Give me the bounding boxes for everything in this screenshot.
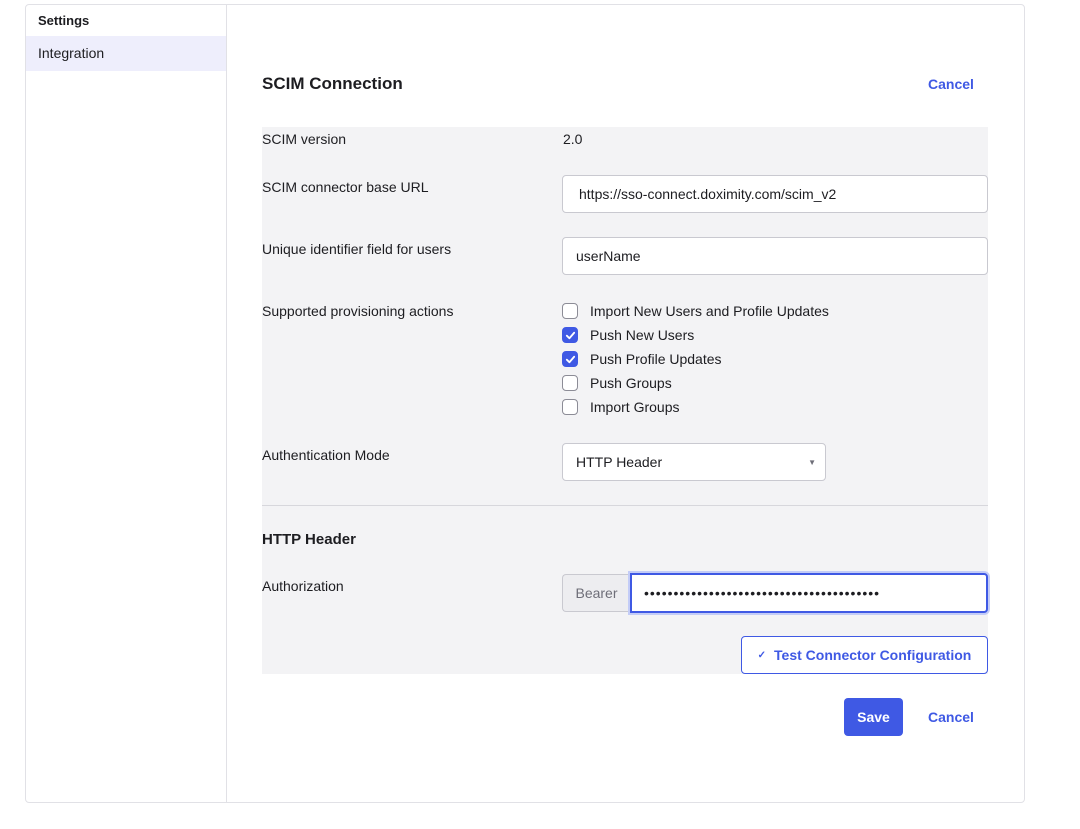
- checkbox-import-groups[interactable]: Import Groups: [562, 397, 679, 417]
- unique-id-input[interactable]: [562, 237, 988, 275]
- caret-down-icon: ▼: [808, 458, 816, 467]
- auth-mode-select[interactable]: HTTP Header ▼: [562, 443, 826, 481]
- section-divider: [262, 505, 988, 506]
- sidebar-heading: Settings: [38, 13, 90, 28]
- checkbox-label: Push Groups: [590, 375, 672, 391]
- checkbox-box[interactable]: [562, 327, 578, 343]
- checkbox-box[interactable]: [562, 375, 578, 391]
- top-cancel-link[interactable]: Cancel: [928, 76, 974, 92]
- test-connector-label: Test Connector Configuration: [774, 647, 972, 663]
- test-connector-button[interactable]: ✓ Test Connector Configuration: [741, 636, 988, 674]
- check-icon: ✓: [757, 649, 767, 661]
- checkbox-push-groups[interactable]: Push Groups: [562, 373, 672, 393]
- bearer-prefix: Bearer: [562, 574, 630, 612]
- save-button[interactable]: Save: [844, 698, 903, 736]
- auth-mode-value: HTTP Header: [576, 454, 663, 470]
- base-url-input[interactable]: [562, 175, 988, 213]
- http-header-title: HTTP Header: [262, 531, 356, 548]
- section-title: SCIM Connection: [262, 74, 403, 93]
- authorization-token-input[interactable]: [630, 573, 988, 613]
- scim-version-label: SCIM version: [262, 131, 347, 147]
- sidebar: Settings Integration: [26, 5, 227, 802]
- checkbox-push-new-users[interactable]: Push New Users: [562, 325, 694, 345]
- checkmark-icon: [565, 355, 575, 363]
- checkbox-label: Import New Users and Profile Updates: [590, 303, 829, 319]
- sidebar-item-integration[interactable]: Integration: [26, 36, 226, 71]
- checkbox-label: Import Groups: [590, 399, 680, 415]
- checkbox-label: Push Profile Updates: [590, 351, 722, 367]
- scim-version-value: 2.0: [563, 131, 583, 147]
- auth-mode-label: Authentication Mode: [262, 447, 390, 463]
- checkmark-icon: [565, 331, 575, 339]
- checkbox-push-profile-updates[interactable]: Push Profile Updates: [562, 349, 722, 369]
- checkbox-import-users[interactable]: Import New Users and Profile Updates: [562, 301, 829, 321]
- checkbox-box[interactable]: [562, 351, 578, 367]
- bottom-cancel-link[interactable]: Cancel: [928, 709, 974, 725]
- unique-id-label: Unique identifier field for users: [262, 241, 452, 257]
- provisioning-label: Supported provisioning actions: [262, 303, 454, 319]
- checkbox-box[interactable]: [562, 399, 578, 415]
- base-url-label: SCIM connector base URL: [262, 179, 429, 195]
- authorization-label: Authorization: [262, 578, 344, 594]
- checkbox-box[interactable]: [562, 303, 578, 319]
- checkbox-label: Push New Users: [590, 327, 695, 343]
